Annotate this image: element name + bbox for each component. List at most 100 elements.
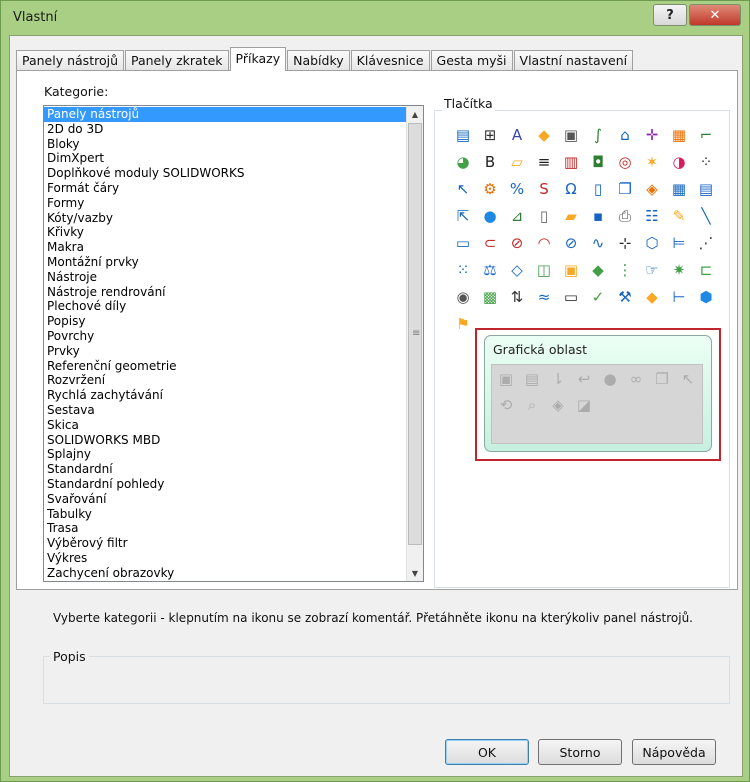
list-item[interactable]: Doplňkové moduly SOLIDWORKS xyxy=(44,166,406,181)
curve-icon[interactable]: ∫ xyxy=(587,124,609,146)
list-item[interactable]: Formy xyxy=(44,196,406,211)
dimension-circle-icon[interactable]: ⊘ xyxy=(506,232,528,254)
list-item[interactable]: Výkres xyxy=(44,551,406,566)
assembly-icon[interactable]: ▣ xyxy=(560,259,582,281)
categories-listbox[interactable]: Panely nástrojů 2D do 3D Bloky DimXpert Dopl… xyxy=(43,105,424,582)
help-title-button[interactable]: ? xyxy=(653,4,687,26)
list-item[interactable]: Plechové díly xyxy=(44,299,406,314)
document-icon[interactable]: ▯ xyxy=(587,178,609,200)
note-icon[interactable]: ▣ xyxy=(560,124,582,146)
stack-icon[interactable]: ❐ xyxy=(614,178,636,200)
tools-icon[interactable]: ⚒ xyxy=(614,286,636,308)
check-delete-icon[interactable]: ✓ xyxy=(587,286,609,308)
hide-icon[interactable]: ◈ xyxy=(547,394,569,416)
zigzag-icon[interactable]: ≈ xyxy=(533,286,555,308)
tab-5[interactable]: Gesta myši xyxy=(430,50,513,70)
help-button[interactable]: Nápověda xyxy=(632,739,716,765)
convert-icon[interactable]: ⋰ xyxy=(695,232,717,254)
new-document-icon[interactable]: ▯ xyxy=(533,205,555,227)
centerpoint-icon[interactable]: ⊹ xyxy=(614,232,636,254)
save-icon[interactable]: ▪ xyxy=(587,205,609,227)
printer-icon[interactable]: ⎙ xyxy=(614,205,636,227)
measure-icon[interactable]: ⚖ xyxy=(479,259,501,281)
dimension-icon[interactable]: ◇ xyxy=(506,259,528,281)
ellipse-icon[interactable]: ⊘ xyxy=(560,232,582,254)
bracket-icon[interactable]: ⊏ xyxy=(695,259,717,281)
tab-0[interactable]: Panely nástrojů xyxy=(16,50,124,70)
list-item[interactable]: 2D do 3D xyxy=(44,122,406,137)
tab-1[interactable]: Panely zkratek xyxy=(125,50,229,70)
tab-6[interactable]: Vlastní nastavení xyxy=(513,50,634,70)
list-item[interactable]: Prvky xyxy=(44,344,406,359)
slot-icon[interactable]: ⊂ xyxy=(479,232,501,254)
list-item[interactable]: Zachycení obrazovky xyxy=(44,566,406,581)
cancel-button[interactable]: Storno xyxy=(538,739,622,765)
line-icon[interactable]: ╲ xyxy=(695,205,717,227)
tab-4[interactable]: Klávesnice xyxy=(350,50,430,70)
transfer-icon[interactable]: ⇅ xyxy=(506,286,528,308)
spreadsheet-icon[interactable]: ▦ xyxy=(668,178,690,200)
grid-tool-icon[interactable]: ⊞ xyxy=(479,124,501,146)
arc-icon[interactable]: ◠ xyxy=(533,232,555,254)
tree-icon[interactable]: ⌂ xyxy=(614,124,636,146)
grid-dots-icon[interactable]: ⁘ xyxy=(695,151,717,173)
arch-icon[interactable]: Ω xyxy=(560,178,582,200)
list-item[interactable]: Výběrový filtr xyxy=(44,536,406,551)
list-item[interactable]: Tabulky xyxy=(44,507,406,522)
list-item[interactable]: Kóty/vazby xyxy=(44,211,406,226)
edit-icon[interactable]: ✎ xyxy=(668,205,690,227)
box-icon[interactable]: ◘ xyxy=(587,151,609,173)
open-folder-icon[interactable]: ▰ xyxy=(560,205,582,227)
close-button[interactable]: ✕ xyxy=(689,4,741,26)
sw-logo-icon[interactable]: S xyxy=(533,178,555,200)
gear-box-icon[interactable]: ⚙ xyxy=(479,178,501,200)
stairs-icon[interactable]: ⌐ xyxy=(695,124,717,146)
scroll-down-icon[interactable]: ▼ xyxy=(407,565,423,581)
pointer-icon[interactable]: ↖ xyxy=(452,178,474,200)
section-icon[interactable]: ◪ xyxy=(573,394,595,416)
table-icon[interactable]: ▦ xyxy=(668,124,690,146)
list-item[interactable]: Nástroje xyxy=(44,270,406,285)
copy-icon[interactable]: ❐ xyxy=(651,368,673,390)
monitor-icon[interactable]: ▭ xyxy=(560,286,582,308)
list-item[interactable]: Rychlá zachytávání xyxy=(44,388,406,403)
list-item[interactable]: Referenční geometrie xyxy=(44,359,406,374)
list-item[interactable]: Křivky xyxy=(44,225,406,240)
layers-icon[interactable]: ▤ xyxy=(452,124,474,146)
sphere-icon[interactable]: ● xyxy=(599,368,621,390)
pattern-icon[interactable]: ⁙ xyxy=(452,259,474,281)
globe-folder-icon[interactable]: ◕ xyxy=(452,151,474,173)
list-item[interactable]: Montážní prvky xyxy=(44,255,406,270)
bold-text-icon[interactable]: B xyxy=(479,151,501,173)
color-wheel-icon[interactable]: ◑ xyxy=(668,151,690,173)
chart-icon[interactable]: ▥ xyxy=(560,151,582,173)
sort-icon[interactable]: ⇂ xyxy=(547,368,569,390)
list-item[interactable]: Sestava xyxy=(44,403,406,418)
properties-icon[interactable]: ☷ xyxy=(641,205,663,227)
chart-axis-icon[interactable]: ⊿ xyxy=(506,205,528,227)
part-cube-icon[interactable]: ◆ xyxy=(533,124,555,146)
puzzle-icon[interactable]: ◆ xyxy=(641,286,663,308)
blue-cube-icon[interactable]: ⬢ xyxy=(695,286,717,308)
tree-view-icon[interactable]: ⊢ xyxy=(668,286,690,308)
plane-icon[interactable]: ▱ xyxy=(506,151,528,173)
chain-icon[interactable]: ⋮ xyxy=(614,259,636,281)
list-item[interactable]: SOLIDWORKS MBD xyxy=(44,433,406,448)
title-bar[interactable]: Vlastní ? ✕ xyxy=(1,1,749,35)
export-icon[interactable]: ⇱ xyxy=(452,205,474,227)
select-icon[interactable]: ↖ xyxy=(677,368,699,390)
list-item[interactable]: Standardní xyxy=(44,462,406,477)
list-item[interactable]: Svařování xyxy=(44,492,406,507)
3d-box-icon[interactable]: ⬡ xyxy=(641,232,663,254)
target-icon[interactable]: ◎ xyxy=(614,151,636,173)
list-item[interactable]: Panely nástrojů xyxy=(44,107,406,122)
custom-tool-icon[interactable]: ⚑ xyxy=(452,313,474,335)
list-item[interactable]: Splajny xyxy=(44,447,406,462)
list-item[interactable]: Skica xyxy=(44,418,406,433)
rectangle-icon[interactable]: ▭ xyxy=(452,232,474,254)
scroll-thumb[interactable]: ≡ xyxy=(408,123,422,545)
magic-icon[interactable]: ✶ xyxy=(641,151,663,173)
list-item[interactable]: Bloky xyxy=(44,137,406,152)
categories-scrollbar[interactable]: ▲ ≡ ▼ xyxy=(406,106,423,581)
list-item[interactable]: Nástroje rendrování xyxy=(44,285,406,300)
